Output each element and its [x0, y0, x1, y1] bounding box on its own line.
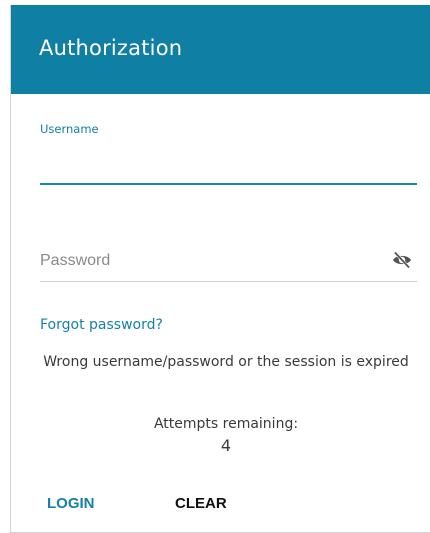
dialog-title: Authorization [39, 36, 183, 60]
attempts-remaining-count: 4 [220, 436, 232, 455]
error-message: Wrong username/password or the session i… [43, 354, 409, 370]
username-label: Username [40, 122, 99, 136]
forgot-password-link[interactable]: Forgot password? [40, 317, 163, 333]
username-input[interactable] [40, 145, 417, 185]
dialog-header: Authorization [11, 5, 430, 94]
password-input[interactable] [40, 240, 417, 282]
eye-slash-icon[interactable] [391, 249, 413, 271]
login-button[interactable]: LOGIN [47, 495, 95, 512]
attempts-remaining-label: Attempts remaining: [153, 416, 299, 432]
clear-button[interactable]: CLEAR [175, 495, 227, 512]
authorization-dialog: Authorization Username Forgot password? … [10, 5, 430, 533]
